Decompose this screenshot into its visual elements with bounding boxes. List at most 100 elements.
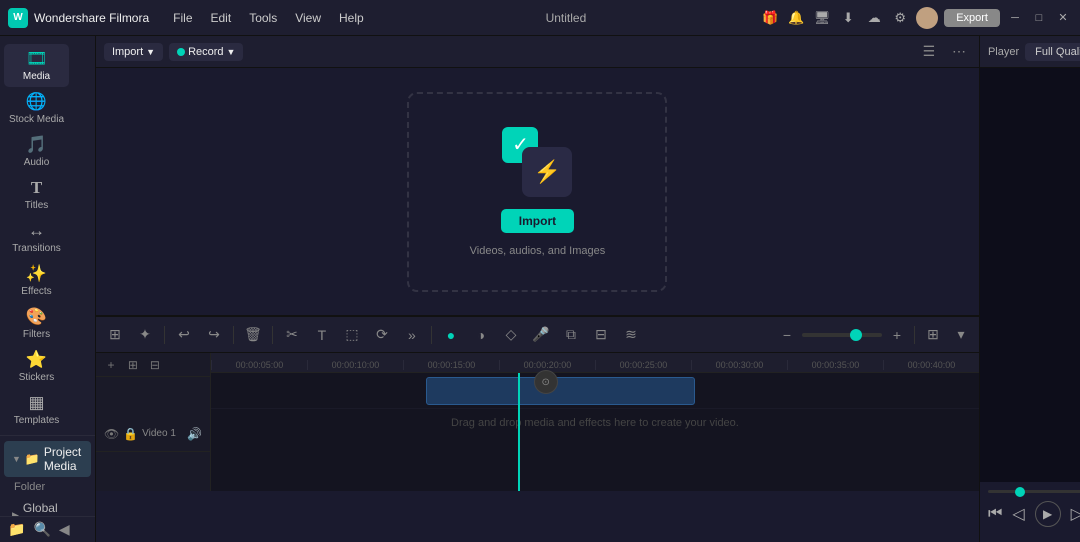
transform-icon[interactable]: ⟳: [369, 322, 395, 348]
waveform-icon[interactable]: ≋: [618, 322, 644, 348]
more-tools-icon[interactable]: »: [399, 322, 425, 348]
quality-select[interactable]: Full Quality: [1025, 43, 1080, 61]
close-button[interactable]: ✕: [1054, 9, 1072, 27]
snapping-icon[interactable]: ⊞: [102, 322, 128, 348]
zoom-out-icon[interactable]: −: [776, 324, 798, 346]
tab-titles[interactable]: T Titles: [4, 173, 69, 216]
tab-stickers[interactable]: ⭐ Stickers: [4, 345, 69, 388]
sidebar-item-project-media[interactable]: ▼ 📁 Project Media: [4, 441, 91, 477]
layout-icon[interactable]: ⊞: [921, 323, 945, 347]
cut-icon[interactable]: ✂: [279, 322, 305, 348]
track-lock-icon[interactable]: 🔒: [123, 427, 138, 441]
audio-icon: 🎵: [26, 135, 47, 155]
player-buttons: ⏮ ◁ ▶ ▷ ⏭ ↺ 🖥 📷 🔊 ⛶: [988, 501, 1080, 527]
tab-stock-media[interactable]: 🌐 Stock Media: [4, 87, 69, 130]
export-button[interactable]: Export: [944, 9, 1000, 27]
progress-track[interactable]: [988, 490, 1080, 493]
titlebar: W Wondershare Filmora File Edit Tools Vi…: [0, 0, 1080, 36]
sidebar-tree: ▼ 📁 Project Media Folder ▶ Global Media …: [0, 436, 95, 516]
mask-icon[interactable]: ◇: [498, 322, 524, 348]
menu-view[interactable]: View: [287, 9, 329, 27]
sidebar-item-global-media[interactable]: ▶ Global Media: [4, 497, 91, 516]
color-icon[interactable]: ◑: [468, 322, 494, 348]
player-panel: Player Full Quality ⊞ ⛶ 00:00:00:00 / 00…: [979, 36, 1080, 542]
delete-icon[interactable]: 🗑: [240, 322, 266, 348]
maximize-button[interactable]: □: [1030, 9, 1048, 27]
minimize-button[interactable]: ─: [1006, 9, 1024, 27]
ruler-mark-8: 00:00:40:00: [883, 360, 979, 370]
frame-back-icon[interactable]: ◁: [1012, 504, 1024, 524]
zoom-track[interactable]: [802, 333, 882, 337]
media-clip[interactable]: ⊙: [426, 377, 695, 405]
step-back-icon[interactable]: ⏮: [988, 505, 1002, 523]
tab-audio[interactable]: 🎵 Audio: [4, 130, 69, 173]
media-content: ✓ ⚡ Import Videos, audios, and Images: [96, 68, 979, 315]
text-tool-icon[interactable]: T: [309, 322, 335, 348]
media-icon: 🎞: [26, 49, 48, 69]
player-controls: 00:00:00:00 / 00:00:00:00 ⏮ ◁ ▶ ▷ ⏭ ↺ 🖥 …: [980, 482, 1080, 542]
crop-icon[interactable]: ⬚: [339, 322, 365, 348]
redo-icon[interactable]: ↪: [201, 322, 227, 348]
main-layout: 🎞 Media 🌐 Stock Media 🎵 Audio T Titles ↔…: [0, 36, 1080, 542]
effects-icon: ✨: [26, 264, 47, 284]
more-layout-icon[interactable]: ▾: [949, 323, 973, 347]
user-avatar[interactable]: [916, 7, 938, 29]
ruler-mark-1: 00:00:05:00: [211, 360, 307, 370]
multi-clip-icon[interactable]: ⊟: [588, 322, 614, 348]
grid-icon[interactable]: ⚙: [890, 8, 910, 28]
add-folder-icon[interactable]: 📁: [8, 521, 25, 538]
tab-effects[interactable]: ✨ Effects: [4, 259, 69, 302]
gift-icon[interactable]: 🎁: [760, 8, 780, 28]
tab-transitions[interactable]: ↔ Transitions: [4, 216, 69, 259]
group-tracks-icon[interactable]: ⊟: [146, 356, 164, 374]
zoom-in-icon[interactable]: +: [886, 324, 908, 346]
timeline-right: 00:00:05:00 00:00:10:00 00:00:15:00 00:0…: [211, 353, 979, 491]
download-icon[interactable]: ⬇: [838, 8, 858, 28]
record-dot: [177, 48, 185, 56]
magnet-icon[interactable]: ✦: [132, 322, 158, 348]
stickers-icon: ⭐: [26, 350, 47, 370]
timeline-left-toolbar: + ⊞ ⊟: [96, 353, 210, 377]
import-drop-button[interactable]: Import: [501, 209, 574, 233]
stabilize-icon[interactable]: ⧉: [558, 322, 584, 348]
record-dropdown-arrow[interactable]: ▼: [227, 47, 236, 57]
record-button[interactable]: Record ▼: [169, 43, 243, 61]
menu-file[interactable]: File: [165, 9, 200, 27]
stock-icon: 🌐: [26, 92, 47, 112]
menu-help[interactable]: Help: [331, 9, 372, 27]
tab-media[interactable]: 🎞 Media: [4, 44, 69, 87]
menu-tools[interactable]: Tools: [241, 9, 285, 27]
more-options-icon[interactable]: ⋯: [947, 40, 971, 64]
titlebar-left: W Wondershare Filmora File Edit Tools Vi…: [8, 8, 372, 28]
track-audio-icon[interactable]: 🔊: [187, 427, 202, 441]
collapse-icon[interactable]: ◀: [59, 521, 70, 538]
bell-icon[interactable]: 🔔: [786, 8, 806, 28]
undo-icon[interactable]: ↩: [171, 322, 197, 348]
tab-templates[interactable]: ▦ Templates: [4, 388, 69, 431]
speed-icon[interactable]: ●: [438, 322, 464, 348]
record-audio-icon[interactable]: 🎤: [528, 322, 554, 348]
record-btn-label: Record: [188, 46, 223, 58]
frame-forward-icon[interactable]: ▷: [1071, 504, 1080, 524]
sidebar: 🎞 Media 🌐 Stock Media 🎵 Audio T Titles ↔…: [0, 36, 96, 542]
add-track-icon[interactable]: +: [102, 356, 120, 374]
filter-icon[interactable]: ☰: [917, 40, 941, 64]
track-label-row: 👁 🔒 Video 1 🔊: [96, 416, 210, 452]
progress-thumb: [1015, 487, 1025, 497]
search-icon[interactable]: 🔍: [33, 521, 50, 538]
play-button[interactable]: ▶: [1035, 501, 1061, 527]
sidebar-folder-label: Folder: [0, 478, 95, 496]
import-btn-label: Import: [112, 46, 143, 58]
tab-filters[interactable]: 🎨 Filters: [4, 302, 69, 345]
timeline-left-body: 👁 🔒 Video 1 🔊: [96, 377, 210, 491]
monitor-icon[interactable]: 🖥: [812, 8, 832, 28]
expand-arrow: ▼: [12, 454, 21, 464]
cloud-icon[interactable]: ☁: [864, 8, 884, 28]
sidebar-bottom-bar: 📁 🔍 ◀: [0, 516, 95, 542]
menu-edit[interactable]: Edit: [203, 9, 240, 27]
import-dropdown-arrow[interactable]: ▼: [146, 47, 155, 57]
import-button[interactable]: Import ▼: [104, 43, 163, 61]
expand-tracks-icon[interactable]: ⊞: [124, 356, 142, 374]
timeline-tracks[interactable]: ⊙ Drag and drop media and effects here t…: [211, 373, 979, 491]
track-visibility-icon[interactable]: 👁: [104, 427, 119, 441]
